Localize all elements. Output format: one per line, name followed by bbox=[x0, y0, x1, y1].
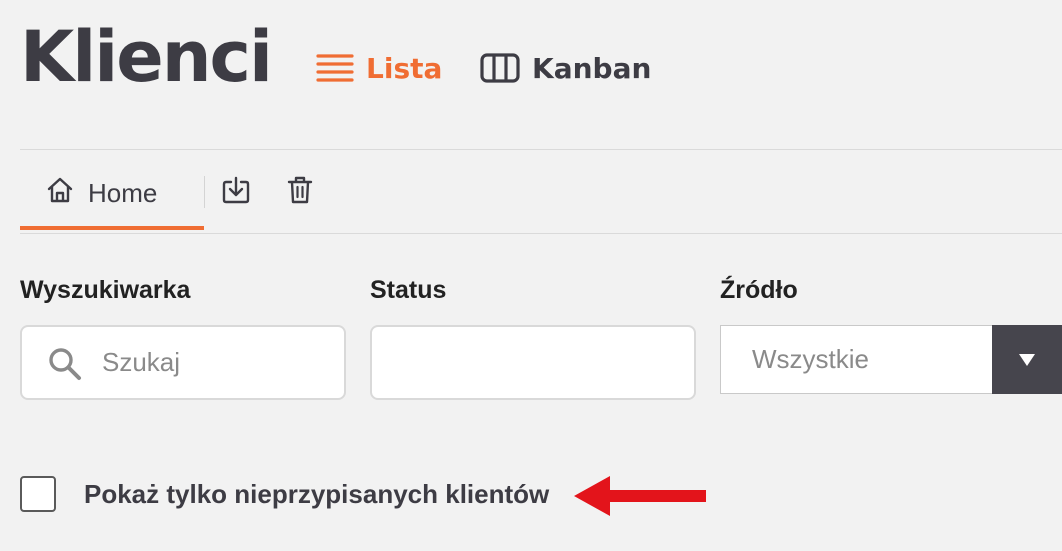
search-icon bbox=[48, 347, 82, 386]
status-label: Status bbox=[370, 276, 447, 304]
search-field[interactable] bbox=[20, 325, 346, 400]
search-input[interactable] bbox=[102, 327, 332, 398]
tab-separator bbox=[204, 176, 205, 208]
delete-button[interactable] bbox=[284, 176, 316, 208]
view-kanban-button[interactable]: Kanban bbox=[480, 46, 651, 90]
export-button[interactable] bbox=[220, 176, 252, 208]
trash-icon bbox=[286, 175, 314, 210]
source-select[interactable]: Wszystkie bbox=[720, 325, 1062, 394]
list-icon bbox=[316, 53, 354, 83]
view-lista-button[interactable]: Lista bbox=[316, 46, 442, 90]
source-selected-value: Wszystkie bbox=[752, 344, 869, 374]
search-label: Wyszukiwarka bbox=[20, 276, 191, 304]
page-title: Klienci bbox=[20, 16, 273, 98]
kanban-columns-icon bbox=[480, 53, 520, 83]
triangle-down-icon[interactable] bbox=[992, 325, 1062, 394]
status-input[interactable] bbox=[370, 325, 696, 400]
source-label: Źródło bbox=[720, 276, 798, 304]
unassigned-checkbox-label[interactable]: Pokaż tylko nieprzypisanych klientów bbox=[84, 479, 549, 510]
tab-home[interactable]: Home bbox=[20, 160, 204, 230]
header-divider bbox=[20, 149, 1062, 150]
tabs-divider bbox=[20, 233, 1062, 234]
home-icon bbox=[46, 176, 74, 211]
export-icon bbox=[221, 175, 251, 210]
unassigned-checkbox[interactable] bbox=[20, 476, 56, 512]
view-kanban-label: Kanban bbox=[532, 51, 652, 85]
red-arrow-icon bbox=[572, 474, 708, 523]
tab-home-label: Home bbox=[88, 177, 158, 208]
view-lista-label: Lista bbox=[366, 51, 443, 85]
